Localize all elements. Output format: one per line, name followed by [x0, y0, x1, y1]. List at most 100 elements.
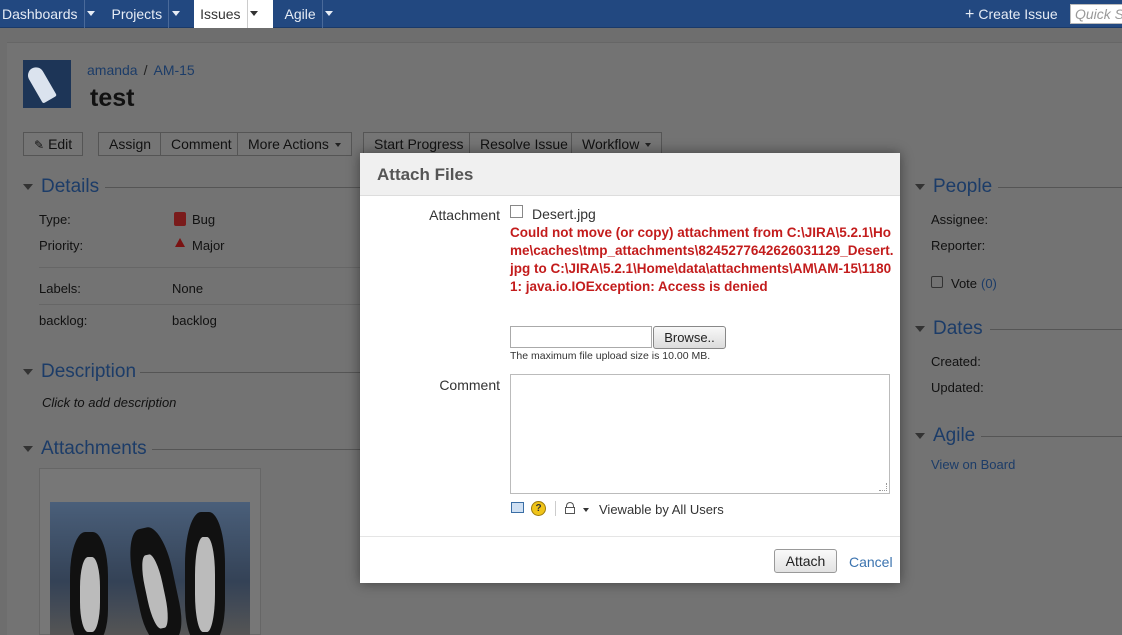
nav-issues-label[interactable]: Issues	[196, 6, 246, 22]
dates-heading[interactable]: Dates	[915, 318, 983, 340]
penguin-belly	[195, 537, 215, 632]
labels-value[interactable]: None	[172, 281, 203, 296]
dates-heading-label: Dates	[933, 318, 983, 339]
quick-search-input[interactable]: Quick S	[1070, 4, 1122, 24]
file-path-input[interactable]	[510, 326, 652, 348]
dialog-title: Attach Files	[360, 153, 900, 196]
collapse-triangle-icon[interactable]	[915, 325, 925, 332]
nav-dashboards[interactable]: Dashboards	[0, 0, 110, 28]
divider	[360, 536, 900, 537]
attach-button[interactable]: Attach	[774, 549, 837, 573]
nav-agile[interactable]: Agile	[273, 0, 348, 28]
collapse-triangle-icon[interactable]	[23, 368, 33, 375]
collapse-triangle-icon[interactable]	[23, 445, 33, 452]
workflow-label: Workflow	[582, 136, 640, 152]
lock-body	[565, 507, 575, 514]
chevron-down-icon[interactable]	[321, 0, 336, 28]
divider	[998, 187, 1122, 188]
backlog-label: backlog:	[39, 313, 88, 328]
divider	[140, 372, 360, 373]
divider	[39, 304, 360, 305]
pencil-icon: ✎	[34, 138, 45, 152]
rocket-icon	[25, 64, 57, 104]
comment-button[interactable]: Comment	[160, 132, 243, 156]
file-checkbox[interactable]	[510, 205, 523, 218]
create-issue-label: Create Issue	[978, 6, 1058, 22]
wiki-markup-icon[interactable]	[511, 502, 524, 513]
vote-label[interactable]: Vote	[951, 276, 977, 291]
breadcrumb-separator: /	[143, 62, 148, 78]
description-heading-label: Description	[41, 361, 137, 382]
divider	[981, 436, 1122, 437]
project-avatar	[23, 60, 71, 108]
error-message: Could not move (or copy) attachment from…	[510, 225, 894, 294]
divider	[152, 449, 360, 450]
view-on-board-link[interactable]: View on Board	[931, 457, 1015, 472]
issue-title: test	[90, 84, 135, 112]
priority-value: Major	[192, 238, 225, 253]
collapse-triangle-icon[interactable]	[23, 183, 33, 190]
backlog-value: backlog	[172, 313, 217, 328]
attachment-label: Attachment	[429, 207, 500, 223]
file-name: Desert.jpg	[532, 206, 596, 222]
details-heading[interactable]: Details	[23, 176, 99, 198]
breadcrumb-project-link[interactable]: amanda	[87, 62, 138, 78]
lock-icon[interactable]	[565, 502, 575, 514]
agile-heading[interactable]: Agile	[915, 425, 975, 447]
attach-files-dialog: Attach Files Attachment Desert.jpg Could…	[360, 153, 900, 583]
plus-icon: +	[965, 6, 975, 23]
edit-label: Edit	[48, 136, 73, 152]
agile-heading-label: Agile	[933, 425, 976, 446]
comment-label: Comment	[439, 377, 500, 393]
priority-label: Priority:	[39, 238, 84, 253]
more-actions-button[interactable]: More Actions	[237, 132, 352, 156]
edit-button[interactable]: ✎ Edit	[23, 132, 84, 156]
description-heading[interactable]: Description	[23, 361, 136, 383]
nav-agile-label[interactable]: Agile	[275, 6, 322, 22]
bug-icon	[174, 212, 186, 226]
attachment-thumbnail-image[interactable]	[50, 502, 250, 635]
nav-projects[interactable]: Projects	[110, 0, 195, 28]
vote-count[interactable]: (0)	[981, 276, 997, 291]
breadcrumb-issue-link[interactable]: AM-15	[153, 62, 194, 78]
assignee-label: Assignee:	[931, 212, 989, 227]
more-actions-label: More Actions	[248, 136, 329, 152]
help-icon[interactable]: ?	[531, 501, 546, 516]
thumbs-up-icon[interactable]	[931, 276, 943, 288]
people-heading-label: People	[933, 176, 993, 197]
collapse-triangle-icon[interactable]	[915, 183, 925, 190]
assign-button[interactable]: Assign	[98, 132, 163, 156]
description-placeholder[interactable]: Click to add description	[42, 395, 176, 410]
people-heading[interactable]: People	[915, 176, 992, 198]
create-issue-button[interactable]: + Create Issue	[965, 0, 1058, 28]
chevron-down-icon[interactable]	[83, 0, 98, 28]
created-label: Created:	[931, 354, 981, 369]
chevron-down-icon[interactable]	[583, 508, 589, 512]
nav-issues[interactable]: Issues	[194, 0, 273, 28]
type-label: Type:	[39, 212, 71, 227]
chevron-down-icon[interactable]	[246, 0, 261, 28]
penguin-belly	[80, 557, 100, 632]
browse-button[interactable]: Browse..	[653, 326, 726, 349]
divider	[105, 187, 360, 188]
type-value: Bug	[192, 212, 216, 227]
nav-dashboards-label[interactable]: Dashboards	[2, 6, 84, 22]
resize-handle-icon[interactable]	[879, 483, 887, 491]
attachments-heading[interactable]: Attachments	[23, 438, 147, 460]
cancel-link[interactable]: Cancel	[849, 554, 893, 570]
nav-projects-label[interactable]: Projects	[112, 6, 169, 22]
collapse-triangle-icon[interactable]	[915, 432, 925, 439]
comment-textarea[interactable]	[510, 374, 890, 494]
labels-label: Labels:	[39, 281, 81, 296]
upload-size-hint: The maximum file upload size is 10.00 MB…	[510, 350, 711, 362]
toolbar-divider	[555, 501, 556, 516]
priority-major-icon	[175, 238, 185, 247]
top-nav-bar: Dashboards Projects Issues Agile	[0, 0, 1122, 28]
updated-label: Updated:	[931, 380, 984, 395]
attachments-heading-label: Attachments	[41, 438, 147, 459]
breadcrumb: amanda / AM-15	[87, 62, 195, 78]
reporter-label: Reporter:	[931, 238, 986, 253]
details-heading-label: Details	[41, 176, 100, 197]
visibility-label: Viewable by All Users	[599, 502, 724, 517]
chevron-down-icon[interactable]	[168, 0, 182, 28]
